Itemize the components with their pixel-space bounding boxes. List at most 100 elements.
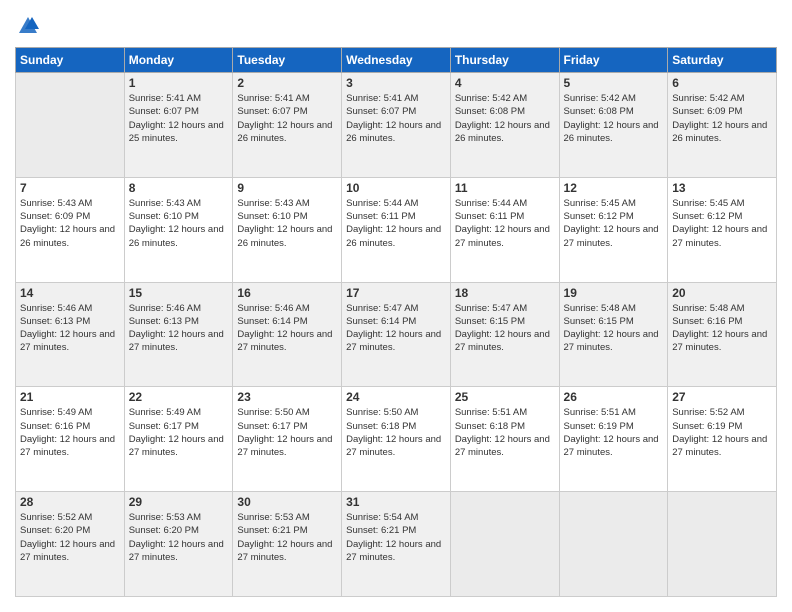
calendar-week-row: 14 Sunrise: 5:46 AMSunset: 6:13 PMDayligh… (16, 282, 777, 387)
day-info: Sunrise: 5:54 AMSunset: 6:21 PMDaylight:… (346, 511, 446, 564)
day-info: Sunrise: 5:48 AMSunset: 6:16 PMDaylight:… (672, 302, 772, 355)
day-info: Sunrise: 5:44 AMSunset: 6:11 PMDaylight:… (455, 197, 555, 250)
day-info: Sunrise: 5:46 AMSunset: 6:13 PMDaylight:… (20, 302, 120, 355)
calendar-day-cell: 24 Sunrise: 5:50 AMSunset: 6:18 PMDayligh… (342, 387, 451, 492)
calendar-week-row: 7Sunrise: 5:43 AMSunset: 6:09 PMDaylight… (16, 177, 777, 282)
calendar-day-cell: 23 Sunrise: 5:50 AMSunset: 6:17 PMDayligh… (233, 387, 342, 492)
calendar-day-cell: 31 Sunrise: 5:54 AMSunset: 6:21 PMDayligh… (342, 492, 451, 597)
day-number: 19 (564, 286, 664, 300)
calendar-header-saturday: Saturday (668, 48, 777, 73)
calendar-day-cell: 9Sunrise: 5:43 AMSunset: 6:10 PMDaylight… (233, 177, 342, 282)
day-info: Sunrise: 5:47 AMSunset: 6:14 PMDaylight:… (346, 302, 446, 355)
day-number: 8 (129, 181, 229, 195)
day-number: 25 (455, 390, 555, 404)
calendar-header-monday: Monday (124, 48, 233, 73)
day-info: Sunrise: 5:53 AMSunset: 6:21 PMDaylight:… (237, 511, 337, 564)
calendar: SundayMondayTuesdayWednesdayThursdayFrid… (15, 47, 777, 597)
day-number: 29 (129, 495, 229, 509)
calendar-header-friday: Friday (559, 48, 668, 73)
calendar-day-cell: 26 Sunrise: 5:51 AMSunset: 6:19 PMDayligh… (559, 387, 668, 492)
header (15, 15, 777, 37)
calendar-day-cell: 13Sunrise: 5:45 AMSunset: 6:12 PMDayligh… (668, 177, 777, 282)
calendar-day-cell: 10Sunrise: 5:44 AMSunset: 6:11 PMDayligh… (342, 177, 451, 282)
calendar-day-cell: 20 Sunrise: 5:48 AMSunset: 6:16 PMDayligh… (668, 282, 777, 387)
calendar-header-sunday: Sunday (16, 48, 125, 73)
day-number: 23 (237, 390, 337, 404)
calendar-day-cell: 4 Sunrise: 5:42 AMSunset: 6:08 PMDaylight… (450, 73, 559, 178)
day-number: 4 (455, 76, 555, 90)
calendar-day-cell: 3Sunrise: 5:41 AMSunset: 6:07 PMDaylight… (342, 73, 451, 178)
day-info: Sunrise: 5:52 AMSunset: 6:20 PMDaylight:… (20, 511, 120, 564)
day-info: Sunrise: 5:41 AMSunset: 6:07 PMDaylight:… (346, 92, 446, 145)
day-info: Sunrise: 5:47 AMSunset: 6:15 PMDaylight:… (455, 302, 555, 355)
day-info: Sunrise: 5:48 AMSunset: 6:15 PMDaylight:… (564, 302, 664, 355)
calendar-day-cell: 30 Sunrise: 5:53 AMSunset: 6:21 PMDayligh… (233, 492, 342, 597)
day-number: 2 (237, 76, 337, 90)
day-info: Sunrise: 5:42 AMSunset: 6:08 PMDaylight:… (564, 92, 664, 145)
calendar-day-cell: 12 Sunrise: 5:45 AMSunset: 6:12 PMDayligh… (559, 177, 668, 282)
day-number: 16 (237, 286, 337, 300)
day-number: 30 (237, 495, 337, 509)
day-number: 24 (346, 390, 446, 404)
day-info: Sunrise: 5:50 AMSunset: 6:18 PMDaylight:… (346, 406, 446, 459)
day-number: 14 (20, 286, 120, 300)
day-number: 20 (672, 286, 772, 300)
day-info: Sunrise: 5:49 AMSunset: 6:17 PMDaylight:… (129, 406, 229, 459)
calendar-day-cell: 6 Sunrise: 5:42 AMSunset: 6:09 PMDaylight… (668, 73, 777, 178)
calendar-day-cell: 21 Sunrise: 5:49 AMSunset: 6:16 PMDayligh… (16, 387, 125, 492)
day-info: Sunrise: 5:52 AMSunset: 6:19 PMDaylight:… (672, 406, 772, 459)
calendar-header-row: SundayMondayTuesdayWednesdayThursdayFrid… (16, 48, 777, 73)
calendar-day-cell: 19 Sunrise: 5:48 AMSunset: 6:15 PMDayligh… (559, 282, 668, 387)
calendar-week-row: 28 Sunrise: 5:52 AMSunset: 6:20 PMDayligh… (16, 492, 777, 597)
page: SundayMondayTuesdayWednesdayThursdayFrid… (0, 0, 792, 612)
day-info: Sunrise: 5:43 AMSunset: 6:10 PMDaylight:… (237, 197, 337, 250)
day-number: 17 (346, 286, 446, 300)
calendar-day-cell: 5 Sunrise: 5:42 AMSunset: 6:08 PMDaylight… (559, 73, 668, 178)
calendar-day-cell: 1Sunrise: 5:41 AMSunset: 6:07 PMDaylight… (124, 73, 233, 178)
calendar-day-cell: 2 Sunrise: 5:41 AMSunset: 6:07 PMDaylight… (233, 73, 342, 178)
day-number: 11 (455, 181, 555, 195)
calendar-day-cell: 8 Sunrise: 5:43 AMSunset: 6:10 PMDaylight… (124, 177, 233, 282)
day-info: Sunrise: 5:41 AMSunset: 6:07 PMDaylight:… (237, 92, 337, 145)
day-number: 7 (20, 181, 120, 195)
calendar-day-cell: 27 Sunrise: 5:52 AMSunset: 6:19 PMDayligh… (668, 387, 777, 492)
calendar-day-cell: 7Sunrise: 5:43 AMSunset: 6:09 PMDaylight… (16, 177, 125, 282)
day-number: 12 (564, 181, 664, 195)
calendar-header-thursday: Thursday (450, 48, 559, 73)
day-number: 27 (672, 390, 772, 404)
calendar-day-cell: 14 Sunrise: 5:46 AMSunset: 6:13 PMDayligh… (16, 282, 125, 387)
day-info: Sunrise: 5:51 AMSunset: 6:19 PMDaylight:… (564, 406, 664, 459)
calendar-day-cell: 16 Sunrise: 5:46 AMSunset: 6:14 PMDayligh… (233, 282, 342, 387)
day-info: Sunrise: 5:46 AMSunset: 6:14 PMDaylight:… (237, 302, 337, 355)
calendar-week-row: 21 Sunrise: 5:49 AMSunset: 6:16 PMDayligh… (16, 387, 777, 492)
day-number: 6 (672, 76, 772, 90)
day-info: Sunrise: 5:49 AMSunset: 6:16 PMDaylight:… (20, 406, 120, 459)
calendar-day-cell: 11 Sunrise: 5:44 AMSunset: 6:11 PMDayligh… (450, 177, 559, 282)
calendar-header-wednesday: Wednesday (342, 48, 451, 73)
calendar-day-cell (668, 492, 777, 597)
day-number: 5 (564, 76, 664, 90)
day-info: Sunrise: 5:50 AMSunset: 6:17 PMDaylight:… (237, 406, 337, 459)
day-info: Sunrise: 5:45 AMSunset: 6:12 PMDaylight:… (564, 197, 664, 250)
day-number: 15 (129, 286, 229, 300)
day-info: Sunrise: 5:45 AMSunset: 6:12 PMDaylight:… (672, 197, 772, 250)
day-number: 28 (20, 495, 120, 509)
day-number: 26 (564, 390, 664, 404)
calendar-day-cell: 15 Sunrise: 5:46 AMSunset: 6:13 PMDayligh… (124, 282, 233, 387)
day-info: Sunrise: 5:42 AMSunset: 6:09 PMDaylight:… (672, 92, 772, 145)
day-number: 21 (20, 390, 120, 404)
calendar-day-cell: 28 Sunrise: 5:52 AMSunset: 6:20 PMDayligh… (16, 492, 125, 597)
day-info: Sunrise: 5:41 AMSunset: 6:07 PMDaylight:… (129, 92, 229, 145)
calendar-header-tuesday: Tuesday (233, 48, 342, 73)
day-number: 10 (346, 181, 446, 195)
calendar-day-cell: 29 Sunrise: 5:53 AMSunset: 6:20 PMDayligh… (124, 492, 233, 597)
day-info: Sunrise: 5:43 AMSunset: 6:10 PMDaylight:… (129, 197, 229, 250)
day-info: Sunrise: 5:51 AMSunset: 6:18 PMDaylight:… (455, 406, 555, 459)
day-number: 22 (129, 390, 229, 404)
day-info: Sunrise: 5:46 AMSunset: 6:13 PMDaylight:… (129, 302, 229, 355)
calendar-day-cell (450, 492, 559, 597)
day-info: Sunrise: 5:42 AMSunset: 6:08 PMDaylight:… (455, 92, 555, 145)
logo (15, 15, 39, 37)
day-number: 31 (346, 495, 446, 509)
day-info: Sunrise: 5:53 AMSunset: 6:20 PMDaylight:… (129, 511, 229, 564)
